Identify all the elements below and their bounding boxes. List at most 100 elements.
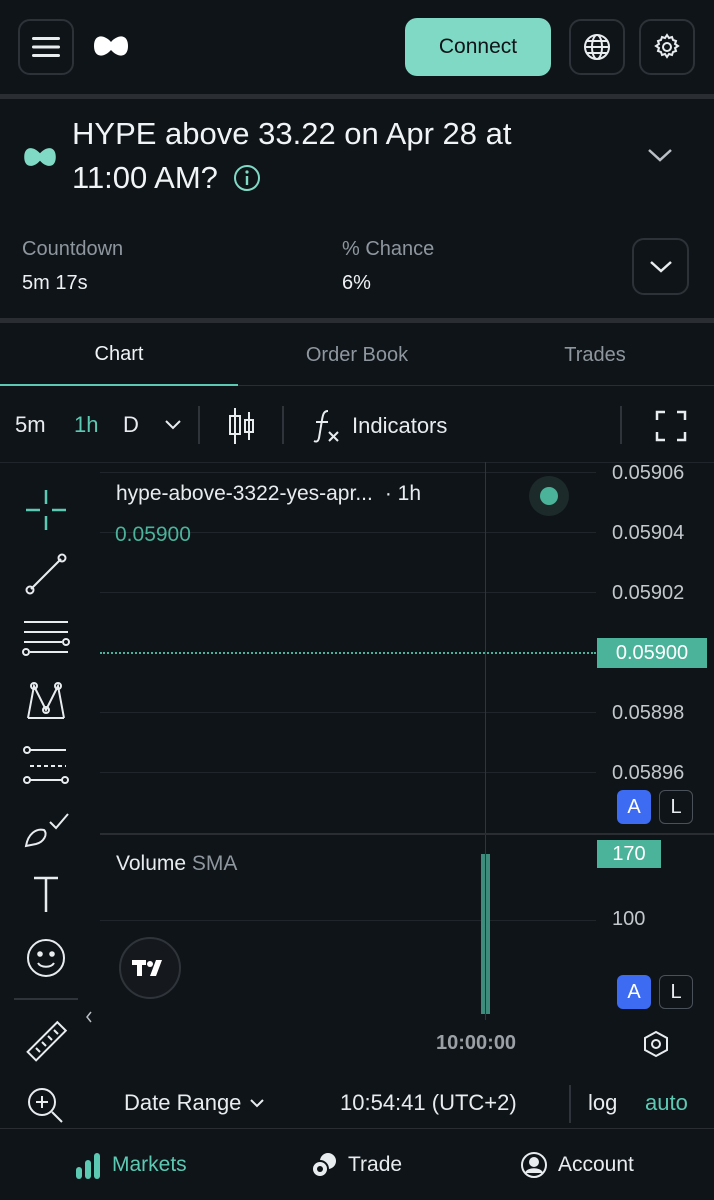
market-title-text: HYPE above 33.22 on Apr 28 at 11:00 AM? <box>72 116 512 195</box>
nav-trade[interactable]: Trade <box>310 1129 402 1200</box>
date-range-button[interactable]: Date Range <box>124 1090 265 1116</box>
toolbar-divider <box>282 406 284 444</box>
connect-button[interactable]: Connect <box>405 18 551 76</box>
menu-button[interactable] <box>18 19 74 75</box>
volume-value-tag: 170 <box>597 840 661 868</box>
last-price-label: 0.05900 <box>115 523 191 546</box>
market-logo-icon <box>24 148 56 166</box>
brand-logo-icon[interactable] <box>92 32 130 60</box>
price-chart[interactable] <box>100 462 596 834</box>
tradingview-icon <box>132 960 162 976</box>
pane-separator <box>100 833 714 835</box>
interval-d[interactable]: D <box>123 412 139 438</box>
indicators-label: Indicators <box>352 413 448 438</box>
chevron-down-icon[interactable] <box>646 146 674 164</box>
emoji-icon[interactable] <box>22 934 70 982</box>
auto-scale-button[interactable]: A <box>617 790 651 824</box>
settings-button[interactable] <box>639 19 695 75</box>
volume-legend: Volume SMA <box>116 852 237 876</box>
timezone-button[interactable]: 10:54:41 (UTC+2) <box>340 1090 517 1116</box>
nav-account[interactable]: Account <box>520 1129 634 1200</box>
volume-crosshair <box>485 835 486 1020</box>
crosshair-vertical <box>485 462 486 834</box>
nav-markets[interactable]: Markets <box>74 1129 187 1200</box>
forecast-icon[interactable] <box>22 742 70 790</box>
hamburger-icon <box>32 37 60 57</box>
countdown-label: Countdown <box>22 238 124 260</box>
date-range-label: Date Range <box>124 1090 242 1115</box>
ruler-icon[interactable] <box>22 1018 70 1066</box>
tab-trades[interactable]: Trades <box>476 324 714 386</box>
toolbar-divider <box>198 406 200 444</box>
top-bar: Connect <box>0 0 714 94</box>
horizontal-lines-icon[interactable] <box>22 614 70 662</box>
collapse-arrow-icon[interactable] <box>84 1010 94 1024</box>
price-line <box>100 652 596 654</box>
tools-divider <box>14 998 78 1000</box>
bar-chart-icon <box>76 1153 100 1179</box>
tradingview-logo[interactable] <box>119 937 181 999</box>
y-tick: 0.05902 <box>612 582 685 604</box>
time-axis-label: 10:00:00 <box>436 1032 517 1054</box>
user-circle-icon <box>521 1152 547 1178</box>
gear-icon <box>654 33 680 59</box>
chance-value: 6% <box>342 272 371 294</box>
toolbar-divider <box>620 406 622 444</box>
indicators-button[interactable]: Indicators <box>312 408 447 444</box>
coins-icon <box>311 1153 336 1178</box>
zoom-in-icon[interactable] <box>22 1082 70 1130</box>
bottom-nav: Markets Trade Account <box>0 1128 714 1200</box>
tab-chart[interactable]: Chart <box>0 324 238 386</box>
market-title: HYPE above 33.22 on Apr 28 at 11:00 AM? <box>72 112 592 200</box>
chevron-down-icon <box>649 260 672 273</box>
info-icon[interactable] <box>233 164 261 192</box>
footer-divider <box>569 1085 571 1123</box>
y-tick: 0.05898 <box>612 702 685 724</box>
grid-line <box>100 472 596 473</box>
symbol-legend[interactable]: hype-above-3322-yes-apr... · 1h <box>116 482 421 506</box>
volume-sma-label: SMA <box>191 852 238 875</box>
candlestick-icon[interactable] <box>227 406 257 446</box>
log-scale-button[interactable]: L <box>659 790 693 824</box>
interval-1h[interactable]: 1h <box>74 412 98 438</box>
tab-bar: Chart Order Book Trades <box>0 324 714 386</box>
symbol-interval: · 1h <box>384 482 422 505</box>
pattern-icon[interactable] <box>22 678 70 726</box>
language-button[interactable] <box>569 19 625 75</box>
y-tick: 0.05904 <box>612 522 685 544</box>
interval-5m[interactable]: 5m <box>15 412 46 438</box>
countdown-value: 5m 17s <box>22 272 88 294</box>
log-toggle[interactable]: log <box>588 1090 617 1116</box>
trend-line-icon[interactable] <box>22 550 70 598</box>
chevron-down-icon[interactable] <box>164 419 182 431</box>
y-tick: 0.05896 <box>612 762 685 784</box>
grid-line <box>100 772 596 773</box>
grid-line <box>100 712 596 713</box>
nav-account-label: Account <box>558 1153 634 1176</box>
volume-grid-line <box>100 920 596 921</box>
auto-toggle[interactable]: auto <box>645 1090 688 1116</box>
market-status-dot <box>529 476 569 516</box>
text-icon[interactable] <box>22 870 70 918</box>
function-icon <box>313 410 339 443</box>
tab-order-book[interactable]: Order Book <box>238 324 476 386</box>
nav-markets-label: Markets <box>112 1153 187 1176</box>
volume-log-button[interactable]: L <box>659 975 693 1009</box>
symbol-name: hype-above-3322-yes-apr... <box>116 482 373 505</box>
brush-icon[interactable] <box>22 806 70 854</box>
y-tick: 0.05906 <box>612 462 685 484</box>
nav-trade-label: Trade <box>348 1153 403 1176</box>
grid-line <box>100 592 596 593</box>
current-price-tag: 0.05900 <box>597 638 707 668</box>
expand-market-button[interactable] <box>632 238 689 295</box>
separator <box>0 94 714 99</box>
volume-label: Volume <box>116 852 187 875</box>
fullscreen-icon[interactable] <box>655 410 687 442</box>
chevron-down-icon <box>250 1099 265 1108</box>
volume-y-tick: 100 <box>612 908 646 930</box>
globe-icon <box>584 34 610 60</box>
volume-auto-button[interactable]: A <box>617 975 651 1009</box>
hexagon-settings-icon[interactable] <box>641 1029 671 1059</box>
chance-label: % Chance <box>342 238 435 260</box>
crosshair-icon[interactable] <box>22 486 70 534</box>
